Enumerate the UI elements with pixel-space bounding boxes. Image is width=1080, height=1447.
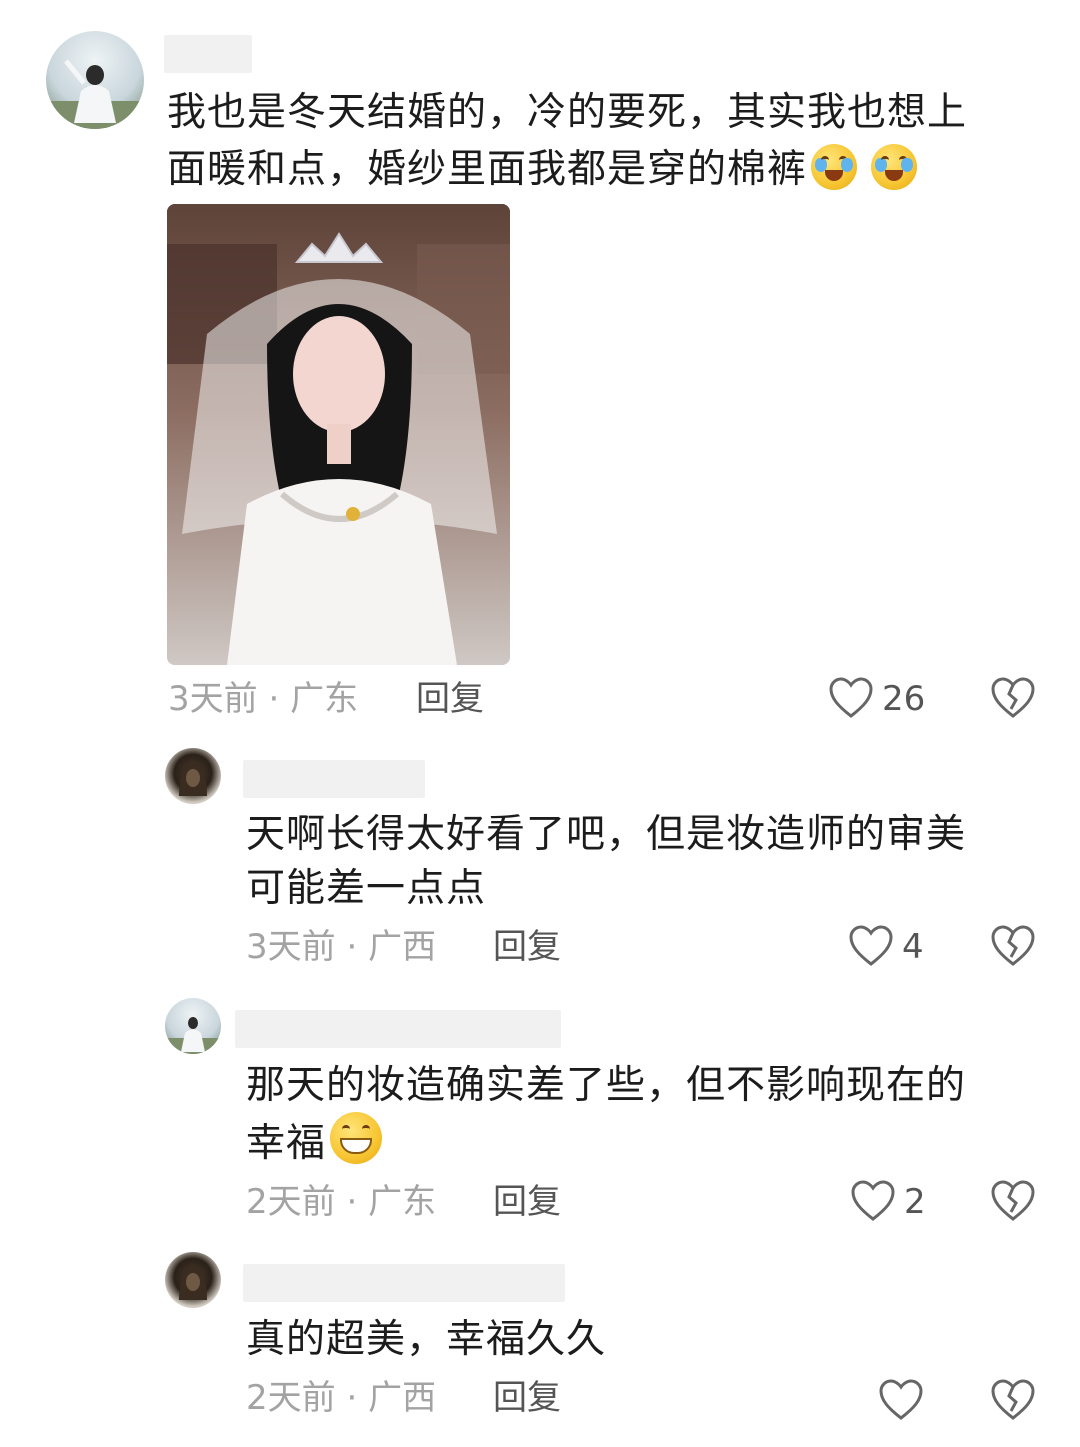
comment-time: 2天前 xyxy=(246,1182,336,1222)
comment-location: 广西 xyxy=(368,1378,437,1418)
like-count: 4 xyxy=(902,927,924,967)
reply-button[interactable]: 回复 xyxy=(416,679,484,719)
comment-photo[interactable] xyxy=(167,204,510,665)
crying-laughing-emoji xyxy=(871,144,918,190)
comment-text-line: 天啊长得太好看了吧，但是妆造师的审美 xyxy=(246,812,967,857)
bride-photo xyxy=(167,204,510,665)
comment-time: 3天前 xyxy=(168,679,258,719)
avatar-image xyxy=(179,760,207,796)
avatar[interactable] xyxy=(165,748,221,804)
comment-location: 广西 xyxy=(368,927,437,967)
avatar[interactable] xyxy=(46,31,144,129)
reply-button[interactable]: 回复 xyxy=(493,1182,561,1222)
username-placeholder[interactable] xyxy=(235,1010,561,1048)
grinning-emoji xyxy=(330,1112,383,1164)
avatar-image xyxy=(165,1017,221,1054)
reply-button[interactable]: 回复 xyxy=(493,927,561,967)
broken-heart-icon[interactable] xyxy=(990,1378,1036,1422)
comment-text-line: 真的超美，幸福久久 xyxy=(246,1317,607,1362)
broken-heart-icon[interactable] xyxy=(990,1179,1036,1223)
comment-text-line: 面暖和点，婚纱里面我都是穿的棉裤 xyxy=(167,141,918,198)
comment-text-line: 那天的妆造确实差了些，但不影响现在的 xyxy=(246,1063,967,1108)
comment-meta: 3天前 · 广东 xyxy=(168,679,358,719)
comment-text-line: 可能差一点点 xyxy=(246,866,487,911)
broken-heart-icon[interactable] xyxy=(990,676,1036,720)
avatar[interactable] xyxy=(165,1252,221,1308)
like-count: 2 xyxy=(904,1182,926,1222)
heart-outline-icon[interactable] xyxy=(850,1179,896,1223)
comment-time: 2天前 xyxy=(246,1378,336,1418)
avatar-image xyxy=(46,59,144,129)
crying-laughing-emoji xyxy=(811,144,858,190)
comment-location: 广东 xyxy=(368,1182,437,1222)
meta-separator: · xyxy=(335,927,369,967)
comment-time: 3天前 xyxy=(246,927,336,967)
meta-separator: · xyxy=(335,1378,369,1418)
reply-button[interactable]: 回复 xyxy=(493,1378,561,1418)
meta-separator: · xyxy=(257,679,291,719)
comment-meta: 2天前 · 广西 xyxy=(246,1378,436,1418)
username-placeholder[interactable] xyxy=(243,760,425,798)
comment-meta: 2天前 · 广东 xyxy=(246,1182,436,1222)
heart-outline-icon[interactable] xyxy=(828,676,874,720)
comment-text-segment: 面暖和点，婚纱里面我都是穿的棉裤 xyxy=(167,147,808,192)
comment-text-line: 我也是冬天结婚的，冷的要死，其实我也想上 xyxy=(167,90,968,135)
comment-text-line: 幸福 xyxy=(246,1112,383,1172)
comment-meta: 3天前 · 广西 xyxy=(246,927,436,967)
meta-separator: · xyxy=(335,1182,369,1222)
username-placeholder[interactable] xyxy=(164,35,252,73)
broken-heart-icon[interactable] xyxy=(990,924,1036,968)
avatar-image xyxy=(179,1264,207,1300)
avatar[interactable] xyxy=(165,998,221,1054)
heart-outline-icon[interactable] xyxy=(878,1378,924,1422)
heart-outline-icon[interactable] xyxy=(848,924,894,968)
username-placeholder[interactable] xyxy=(243,1264,565,1302)
comment-location: 广东 xyxy=(290,679,359,719)
like-count: 26 xyxy=(882,679,926,719)
comment-text-segment: 幸福 xyxy=(246,1121,327,1166)
